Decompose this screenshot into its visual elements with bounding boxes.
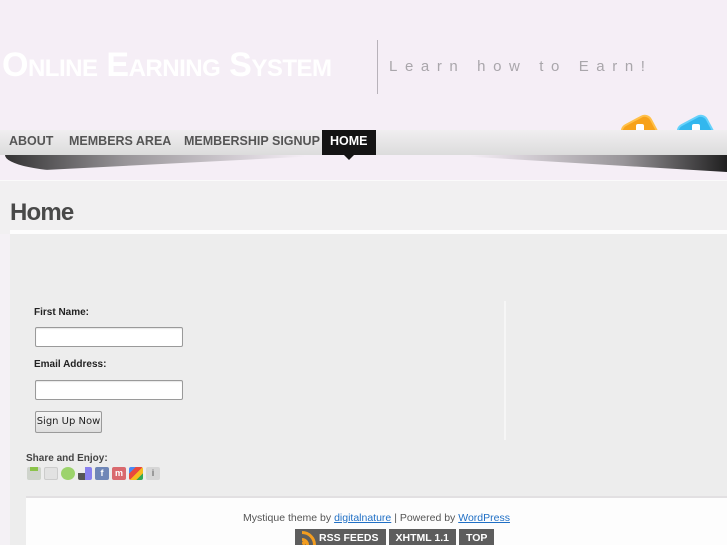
- nav-item-about[interactable]: ABOUT: [1, 130, 61, 155]
- nav-item-membership-signup[interactable]: MEMBERSHIP SIGNUP: [176, 130, 328, 155]
- info-icon[interactable]: i: [146, 467, 160, 480]
- rss-feeds-label: RSS FEEDS: [319, 532, 379, 544]
- sign-up-button[interactable]: Sign Up Now: [35, 411, 102, 433]
- rss-feeds-button[interactable]: RSS FEEDS: [295, 529, 386, 545]
- site-tagline: Learn how to Earn!: [389, 58, 653, 75]
- title-divider: [377, 40, 378, 94]
- share-label: Share and Enjoy:: [26, 453, 108, 464]
- facebook-icon[interactable]: f: [95, 467, 109, 480]
- nav-item-members-area[interactable]: MEMBERS AREA: [61, 130, 179, 155]
- share-icons: f m i: [27, 467, 160, 480]
- first-name-label: First Name:: [34, 307, 90, 318]
- first-name-input[interactable]: [35, 327, 183, 347]
- email-label: Email Address:: [34, 359, 107, 370]
- sphinn-icon[interactable]: [61, 467, 75, 480]
- digitalnature-link[interactable]: digitalnature: [334, 512, 391, 524]
- credit-prefix: Mystique theme by: [243, 512, 335, 524]
- print-icon[interactable]: [27, 467, 41, 480]
- nav-shadow: [0, 155, 727, 177]
- top-button[interactable]: TOP: [459, 529, 495, 545]
- site-title[interactable]: Online Earning System: [2, 43, 332, 87]
- sidebar-divider: [504, 301, 506, 440]
- rss-icon: [302, 531, 316, 545]
- mixx-icon[interactable]: m: [112, 467, 126, 480]
- credit-mid: | Powered by: [391, 512, 459, 524]
- xhtml-button[interactable]: XHTML 1.1: [388, 529, 456, 545]
- main-navigation: ABOUT MEMBERS AREA MEMBERSHIP SIGNUP HOM…: [0, 130, 727, 160]
- footer: Mystique theme by digitalnature | Powere…: [26, 496, 727, 545]
- page-title: Home: [10, 199, 74, 226]
- google-bookmarks-icon[interactable]: [129, 467, 143, 480]
- wordpress-link[interactable]: WordPress: [458, 512, 510, 524]
- delicious-icon[interactable]: [78, 467, 92, 480]
- footer-buttons: RSS FEEDS XHTML 1.1 TOP: [295, 529, 495, 545]
- digg-icon[interactable]: [44, 467, 58, 480]
- left-margin: [0, 234, 10, 545]
- site-header: Online Earning System Learn how to Earn!: [0, 0, 727, 134]
- email-input[interactable]: [35, 380, 183, 400]
- footer-credits: Mystique theme by digitalnature | Powere…: [26, 512, 727, 524]
- nav-item-home[interactable]: HOME: [322, 130, 376, 160]
